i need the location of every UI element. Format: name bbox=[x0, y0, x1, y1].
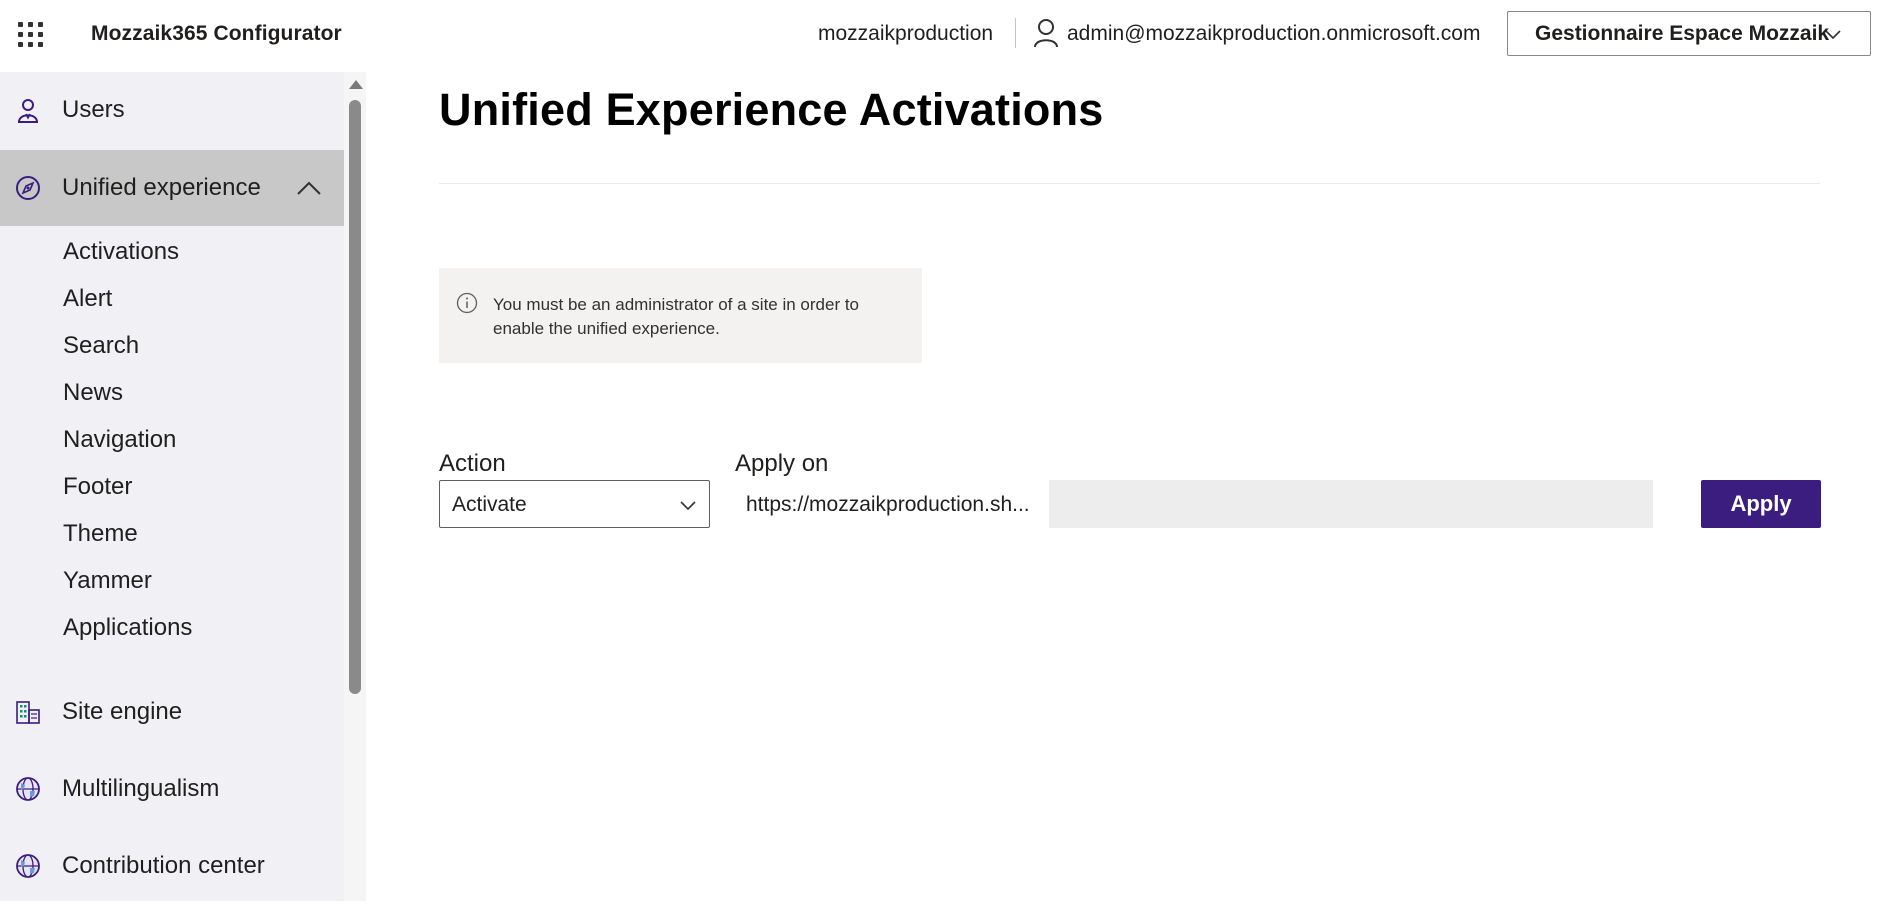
sidebar-item-label: Contribution center bbox=[62, 852, 265, 879]
sidebar-item-multilingualism[interactable]: Multilingualism bbox=[0, 751, 344, 827]
user-icon bbox=[17, 99, 39, 123]
app-launcher-icon[interactable] bbox=[18, 22, 44, 48]
sidebar-item-label: Users bbox=[62, 96, 125, 123]
chevron-down-icon bbox=[1825, 30, 1841, 40]
info-message-text: You must be an administrator of a site i… bbox=[493, 295, 860, 338]
site-url-input[interactable] bbox=[1049, 480, 1653, 528]
apply-button[interactable]: Apply bbox=[1701, 480, 1821, 528]
sidebar-subitem-yammer[interactable]: Yammer bbox=[63, 564, 152, 598]
sidebar-item-contribution-center[interactable]: Contribution center bbox=[0, 828, 344, 904]
divider bbox=[439, 183, 1820, 184]
info-icon bbox=[456, 292, 478, 314]
sidebar-subitem-search[interactable]: Search bbox=[63, 329, 139, 363]
sidebar-subitem-news[interactable]: News bbox=[63, 376, 123, 410]
chevron-up-icon[interactable] bbox=[296, 179, 322, 197]
sidebar-item-label: Site engine bbox=[62, 698, 183, 725]
tenant-name: mozzaikproduction bbox=[818, 22, 994, 45]
user-icon bbox=[1034, 19, 1058, 48]
sidebar-subitem-applications[interactable]: Applications bbox=[63, 611, 192, 645]
apply-on-label: Apply on bbox=[735, 450, 829, 477]
app-title: Mozzaik365 Configurator bbox=[91, 22, 342, 45]
space-selector-label: Gestionnaire Espace Mozzaik bbox=[1535, 21, 1830, 45]
chevron-down-icon bbox=[680, 501, 696, 511]
sidebar-item-label: Unified experience bbox=[62, 174, 261, 201]
site-url-link[interactable]: https://mozzaikproduction.sh... bbox=[746, 493, 1030, 517]
sidebar-item-unified-experience[interactable]: Unified experience bbox=[0, 150, 344, 226]
info-message-bar: You must be an administrator of a site i… bbox=[439, 268, 922, 363]
action-dropdown-value: Activate bbox=[452, 493, 527, 516]
header-divider bbox=[1015, 18, 1016, 48]
compass-icon bbox=[16, 176, 40, 200]
sidebar-item-site-engine[interactable]: Site engine bbox=[0, 674, 344, 750]
globe-icon bbox=[16, 854, 40, 878]
scrollbar-thumb[interactable] bbox=[349, 100, 361, 694]
building-icon bbox=[16, 701, 40, 724]
page-title: Unified Experience Activations bbox=[439, 84, 1104, 135]
sidebar-subitem-footer[interactable]: Footer bbox=[63, 470, 132, 504]
scroll-up-arrow-icon[interactable] bbox=[349, 80, 363, 89]
sidebar-item-users[interactable]: Users bbox=[0, 72, 344, 148]
sidebar-subitem-theme[interactable]: Theme bbox=[63, 517, 138, 551]
sidebar: Users Unified experience Activations Ale… bbox=[0, 72, 344, 901]
top-header: Mozzaik365 Configurator mozzaikproductio… bbox=[0, 0, 1880, 72]
action-label: Action bbox=[439, 450, 506, 477]
space-selector-dropdown[interactable]: Gestionnaire Espace Mozzaik bbox=[1507, 11, 1871, 56]
action-dropdown[interactable]: Activate bbox=[439, 480, 710, 528]
user-email: admin@mozzaikproduction.onmicrosoft.com bbox=[1067, 22, 1481, 45]
globe-icon bbox=[16, 777, 40, 801]
sidebar-subitem-navigation[interactable]: Navigation bbox=[63, 423, 176, 457]
sidebar-subitem-activations[interactable]: Activations bbox=[63, 235, 179, 269]
sidebar-subitem-alert[interactable]: Alert bbox=[63, 282, 112, 316]
sidebar-item-label: Multilingualism bbox=[62, 775, 220, 802]
